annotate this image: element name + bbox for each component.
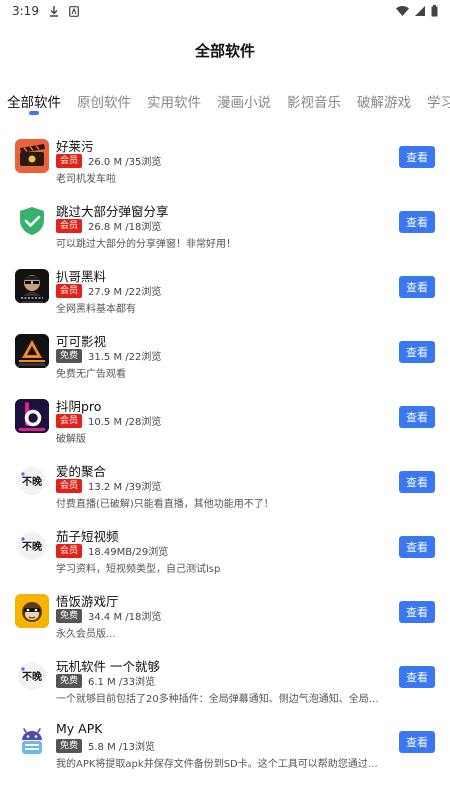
kk-logo-icon — [15, 334, 49, 368]
view-button[interactable]: 查看 — [399, 276, 435, 298]
list-item[interactable]: 不晚 玩机软件 一个就够 免费 6.1 M /33浏览 一个就够目前包括了20多… — [0, 646, 450, 711]
active-tab-indicator — [29, 111, 39, 115]
view-button[interactable]: 查看 — [399, 341, 435, 363]
svg-text:不晚: 不晚 — [22, 475, 42, 488]
app-stats: 18.49MB/29浏览 — [88, 547, 169, 558]
tab-cracked-games[interactable]: 破解游戏 — [357, 91, 411, 111]
status-time: 3:19 — [12, 4, 39, 18]
view-button[interactable]: 查看 — [399, 211, 435, 233]
notification-icon — [69, 5, 79, 17]
bubi-logo-icon: 不晚 — [15, 529, 49, 563]
app-description: 全网黑料基本都有 — [56, 304, 136, 315]
tab-comics-novels[interactable]: 漫画小说 — [217, 91, 271, 111]
status-badge: 会员 — [56, 218, 83, 233]
view-button[interactable]: 查看 — [399, 146, 435, 168]
bubi-logo-icon: 不晚 — [15, 464, 49, 498]
bubi-logo-icon: 不晚 — [15, 659, 49, 693]
app-list: 好莱污 会员 26.0 M /35浏览 老司机发车啦 查看 跳过大部分弹窗分享 … — [0, 126, 450, 776]
status-badge: 会员 — [56, 478, 83, 493]
app-description: 永久会员版... — [56, 629, 116, 640]
view-button[interactable]: 查看 — [399, 601, 435, 623]
category-tabs: 全部软件 原创软件 实用软件 漫画小说 影视音乐 破解游戏 学习资料 — [0, 86, 450, 116]
monkey-logo-icon — [15, 594, 49, 628]
svg-text:不晚: 不晚 — [22, 540, 42, 553]
app-stats: 10.5 M /28浏览 — [88, 417, 162, 428]
list-item[interactable]: 好莱污 会员 26.0 M /35浏览 老司机发车啦 查看 — [0, 126, 450, 191]
shield-check-icon — [15, 204, 49, 238]
status-badge: 会员 — [56, 413, 83, 428]
app-description: 免费无广告观看 — [56, 369, 126, 380]
status-badge: 会员 — [56, 153, 83, 168]
view-button[interactable]: 查看 — [399, 536, 435, 558]
status-badge: 免费 — [56, 673, 83, 688]
list-item[interactable]: 抖阴pro 会员 10.5 M /28浏览 破解版 查看 — [0, 386, 450, 451]
tab-study-materials[interactable]: 学习资料 — [427, 91, 450, 111]
tab-original[interactable]: 原创软件 — [77, 91, 131, 111]
android-robot-icon — [15, 724, 49, 758]
avatar-sunglasses-icon — [15, 269, 49, 303]
app-stats: 13.2 M /39浏览 — [88, 482, 162, 493]
view-button[interactable]: 查看 — [399, 731, 435, 753]
status-badge: 会员 — [56, 283, 83, 298]
status-badge: 免费 — [56, 348, 83, 363]
list-item[interactable]: 不晚 爱的聚合 会员 13.2 M /39浏览 付费直播(已破解)只能看直播，其… — [0, 451, 450, 516]
b-logo-icon — [15, 399, 49, 433]
tab-all[interactable]: 全部软件 — [7, 91, 61, 111]
page-title: 全部软件 — [194, 42, 255, 60]
status-bar: 3:19 — [0, 0, 450, 22]
status-badge: 会员 — [56, 543, 83, 558]
app-stats: 34.4 M /18浏览 — [88, 612, 162, 623]
status-badge: 免费 — [56, 738, 83, 753]
list-item[interactable]: 悟饭游戏厅 免费 34.4 M /18浏览 永久会员版... 查看 — [0, 581, 450, 646]
view-button[interactable]: 查看 — [399, 666, 435, 688]
app-stats: 26.8 M /18浏览 — [88, 222, 162, 233]
app-stats: 26.0 M /35浏览 — [88, 157, 162, 168]
list-item[interactable]: 扒哥黑料 会员 27.9 M /22浏览 全网黑料基本都有 查看 — [0, 256, 450, 321]
battery-icon — [431, 5, 438, 17]
list-item[interactable]: 可可影视 免费 31.5 M /22浏览 免费无广告观看 查看 — [0, 321, 450, 386]
tab-utility[interactable]: 实用软件 — [147, 91, 201, 111]
film-clapper-icon — [15, 139, 49, 173]
download-icon — [49, 5, 59, 17]
status-badge: 免费 — [56, 608, 83, 623]
view-button[interactable]: 查看 — [399, 471, 435, 493]
app-stats: 31.5 M /22浏览 — [88, 352, 162, 363]
svg-text:不晚: 不晚 — [22, 670, 42, 683]
app-description: 一个就够目前包括了20多种插件：全局弹幕通知、侧边气泡通知、全局透明壁纸、... — [56, 694, 386, 705]
app-stats: 6.1 M /33浏览 — [88, 677, 155, 688]
app-description: 老司机发车啦 — [56, 174, 116, 185]
app-description: 我的APK将提取apk并保存文件备份到SD卡。这个工具可以帮助您通过蓝牙，电子.… — [56, 759, 386, 770]
app-stats: 5.8 M /13浏览 — [88, 742, 155, 753]
view-button[interactable]: 查看 — [399, 406, 435, 428]
app-description: 可以跳过大部分的分享弹窗！非常好用！ — [56, 239, 236, 250]
list-item[interactable]: My APK 免费 5.8 M /13浏览 我的APK将提取apk并保存文件备份… — [0, 711, 450, 776]
tab-video-music[interactable]: 影视音乐 — [287, 91, 341, 111]
app-description: 付费直播(已破解)只能看直播，其他功能用不了！ — [56, 499, 274, 510]
list-item[interactable]: 不晚 茄子短视频 会员 18.49MB/29浏览 学习资料，短视频类型，自己测试… — [0, 516, 450, 581]
app-stats: 27.9 M /22浏览 — [88, 287, 162, 298]
list-item[interactable]: 跳过大部分弹窗分享 会员 26.8 M /18浏览 可以跳过大部分的分享弹窗！非… — [0, 191, 450, 256]
app-description: 破解版 — [56, 434, 86, 445]
app-name: My APK — [56, 721, 103, 736]
wifi-icon — [396, 6, 409, 16]
signal-icon — [415, 6, 425, 16]
app-description: 学习资料，短视频类型，自己测试lsp — [56, 564, 221, 575]
